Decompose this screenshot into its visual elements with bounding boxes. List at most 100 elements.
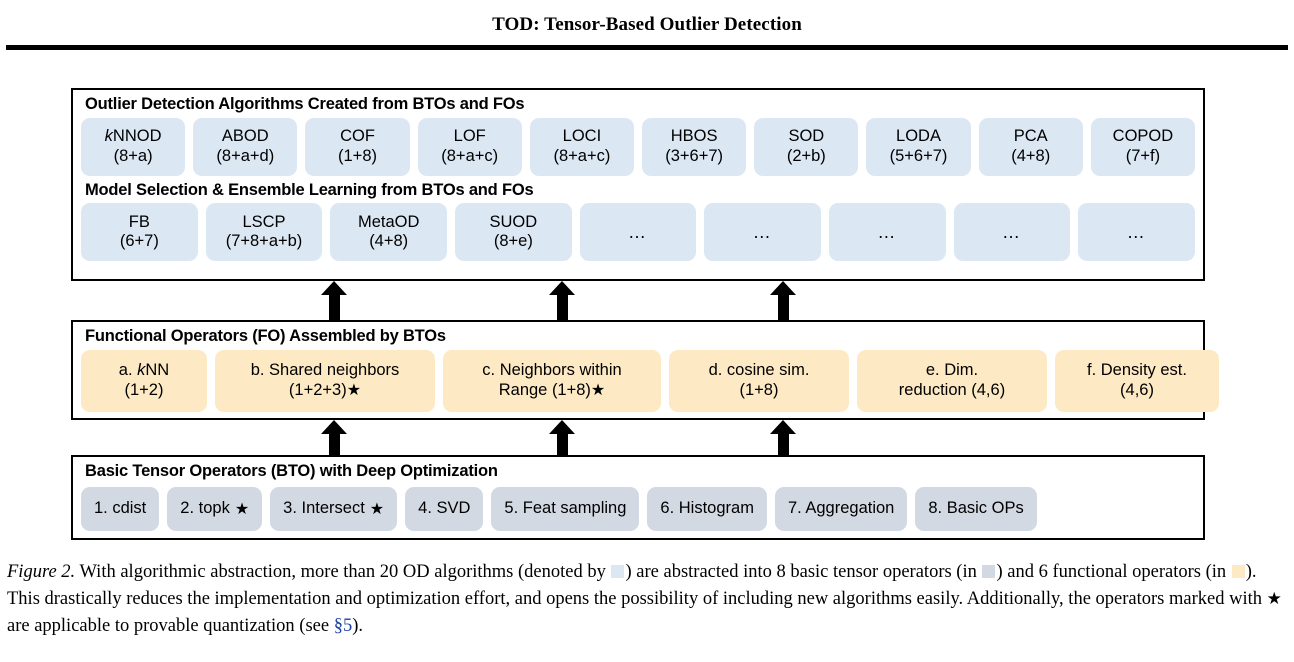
functional-operator-pill: b. Shared neighbors (1+2+3)★ [215,349,435,412]
ensemble-pill-row: FB (6+7) LSCP (7+8+a+b) MetaOD (4+8) SUOD (8+e)… [73,203,1203,262]
ensemble-pill-name: SUOD [489,212,538,231]
basic-tensor-operator-pill: 5. Feat sampling [491,486,640,531]
basic-tensor-operator-label: 4. SVD [418,498,471,517]
algorithm-pill: ABOD (8+a+d) [193,117,298,176]
algorithm-pill-name: HBOS [670,127,718,146]
basic-tensor-operator-pill: 7. Aggregation [774,486,908,531]
functional-operator-line2: (1+2+3)★ [288,379,362,399]
algorithm-pill-ops: (1+8) [338,146,377,165]
ensemble-pill: FB (6+7) [81,203,198,262]
panel-basic-tensor-operators: Basic Tensor Operators (BTO) with Deep O… [71,455,1205,540]
basic-tensor-operator-pill: 3. Intersect ★ [270,486,398,531]
basic-tensor-operator-pill: 8. Basic OPs [915,486,1037,531]
algorithm-pill-ops: (8+a+c) [553,146,611,165]
functional-operator-pill-row: a. kNN (1+2) b. Shared neighbors (1+2+3)★ c.… [73,349,1219,412]
basic-tensor-operator-label: 6. Histogram [660,498,754,517]
panel-outlier-detection-algorithms: Outlier Detection Algorithms Created fro… [71,88,1205,281]
functional-operator-line2: (1+8) [739,380,779,399]
ensemble-pill-placeholder: … [829,203,946,262]
basic-tensor-operator-label: 5. Feat sampling [504,498,627,517]
functional-operator-pill: f. Density est. (4,6) [1055,349,1219,412]
panel-title-ensemble: Model Selection & Ensemble Learning from… [85,180,534,199]
ellipsis-label: … [877,221,898,242]
algorithm-pill-name: ABOD [221,127,269,146]
functional-operator-pill: c. Neighbors within Range (1+8)★ [443,349,661,412]
algorithm-pill-name: COPOD [1112,127,1174,146]
algorithm-pill-name: COF [340,127,375,146]
arrow-up-icon [321,281,347,321]
algorithm-pill: PCA (4+8) [978,117,1083,176]
caption-part-5: are applicable to provable quantization … [7,616,334,637]
arrow-up-icon [549,420,575,456]
algorithm-pill-name: PCA [1013,127,1048,146]
basic-tensor-operator-label: 1. cdist [94,498,147,517]
algorithm-pill-name: SOD [788,127,825,146]
functional-operator-line1: d. cosine sim. [708,361,810,380]
star-icon: ★ [1266,589,1282,610]
algorithm-pill: SOD (2+b) [754,117,859,176]
algorithm-pill-ops: (2+b) [786,146,826,165]
star-icon: ★ [234,498,250,518]
algorithm-pill-ops: (8+a) [113,146,153,165]
ensemble-pill-placeholder: … [704,203,822,262]
algorithm-pill: LOCI (8+a+c) [529,117,635,176]
functional-operator-line1: f. Density est. [1087,361,1187,380]
legend-swatch-basic-operators [982,565,996,578]
algorithm-pill-ops: (8+a+d) [216,146,275,165]
star-icon: ★ [369,498,385,518]
functional-operator-pill: a. kNN (1+2) [81,349,207,412]
algorithm-pill-ops: (5+6+7) [889,146,948,165]
algorithm-pill: LOF (8+a+c) [417,117,522,176]
functional-operator-line2: (1+2) [124,380,164,399]
panel-title-functional-operators: Functional Operators (FO) Assembled by B… [85,327,446,345]
basic-tensor-operator-pill: 6. Histogram [647,486,767,531]
ellipsis-label: … [1126,221,1147,242]
ensemble-pill-ops: (7+8+a+b) [225,232,303,251]
functional-operator-line1: e. Dim. [925,361,979,380]
algorithm-pill-name: LOCI [562,127,602,146]
ensemble-pill-name: LSCP [242,212,286,231]
algorithm-pill: COPOD (7+f) [1090,117,1196,176]
functional-operator-line1: a. kNN [118,361,170,380]
caption-part-2: ) are abstracted into 8 basic tensor ope… [625,562,982,582]
basic-tensor-operator-pill-row: 1. cdist 2. topk ★ 3. Intersect ★ 4. SVD 5. Fe… [73,486,1203,531]
basic-tensor-operator-label: 3. Intersect [283,498,365,517]
functional-operator-line1: c. Neighbors within [482,361,622,380]
panel-title-basic-tensor-operators: Basic Tensor Operators (BTO) with Deep O… [85,462,498,480]
algorithm-pill-name: LODA [896,127,941,146]
algorithm-pill-ops: (4+8) [1011,146,1051,165]
ensemble-pill-placeholder: … [1078,203,1196,262]
algorithm-pill: LODA (5+6+7) [866,117,971,176]
figure-caption: Figure 2. With algorithmic abstraction, … [7,559,1287,641]
basic-tensor-operator-label: 7. Aggregation [787,498,895,517]
ellipsis-label: … [628,221,649,242]
ensemble-pill-placeholder: … [579,203,697,262]
ensemble-pill-placeholder: … [953,203,1071,262]
panel-title-algorithms: Outlier Detection Algorithms Created fro… [85,95,525,113]
legend-swatch-functional-operators [1231,565,1245,578]
ensemble-pill-ops: (8+e) [493,232,533,251]
basic-tensor-operator-label: 8. Basic OPs [928,498,1024,517]
caption-part-6: ). [352,616,363,637]
star-icon: ★ [590,379,606,399]
algorithm-pill-ops: (8+a+c) [441,146,499,165]
legend-swatch-algorithms [611,565,625,578]
functional-operator-pill: e. Dim. reduction (4,6) [857,349,1047,412]
ensemble-pill-ops: (6+7) [119,232,159,251]
star-icon: ★ [346,379,362,399]
ellipsis-label: … [1002,221,1023,242]
basic-tensor-operator-pill: 2. topk ★ [167,486,263,531]
basic-tensor-operator-pill: 4. SVD [405,486,484,531]
algorithm-pill: HBOS (3+6+7) [642,117,747,176]
algorithm-pill-ops: (7+f) [1125,146,1161,165]
ensemble-pill: SUOD (8+e) [455,203,572,262]
panel-functional-operators: Functional Operators (FO) Assembled by B… [71,320,1219,420]
ensemble-pill: MetaOD (4+8) [330,203,448,262]
ensemble-pill-ops: (4+8) [369,232,409,251]
algorithm-pill-ops: (3+6+7) [665,146,724,165]
section-reference-link[interactable]: §5 [334,616,353,636]
functional-operator-line2: reduction (4,6) [898,380,1006,399]
arrow-up-icon [770,420,796,456]
caption-figure-label: Figure 2. [7,562,76,582]
caption-part-1: With algorithmic abstraction, more than … [75,562,611,582]
